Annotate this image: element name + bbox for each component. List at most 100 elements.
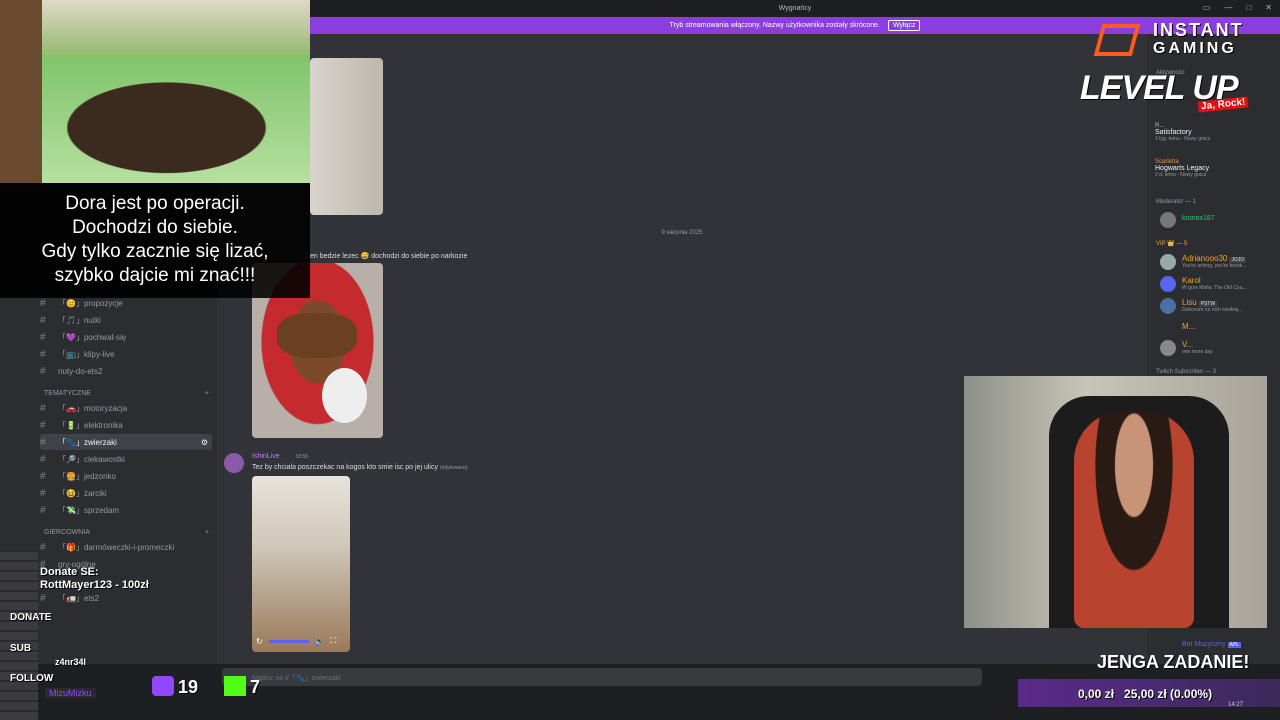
hash-icon: #	[40, 348, 46, 360]
member-name: Karol	[1182, 276, 1201, 285]
hash-icon: #	[40, 297, 46, 309]
avatar[interactable]	[1160, 212, 1176, 228]
maximize-icon[interactable]: □	[1246, 3, 1251, 12]
hash-icon: #	[40, 419, 46, 431]
dog-camera-feed	[0, 0, 310, 183]
disable-streamer-mode-button[interactable]: Wyłącz	[887, 20, 921, 31]
member-bot[interactable]: Bot Muzyczny APL	[1182, 641, 1280, 648]
inbox-icon[interactable]: ▭	[1203, 3, 1211, 12]
volume-icon[interactable]: 🔈	[315, 637, 325, 646]
date-separator: 9 sierpnia 2025	[661, 230, 703, 236]
category-tematyczne[interactable]: TEMATYCZNE +	[44, 390, 209, 397]
sub-name: z4nr34l	[55, 657, 87, 667]
add-channel-icon[interactable]: +	[205, 529, 209, 536]
channel-elektronika[interactable]: # 「🔋」elektronika	[40, 417, 212, 433]
hash-icon: #	[40, 453, 46, 465]
avatar[interactable]	[1160, 254, 1176, 270]
progress-bar[interactable]	[268, 639, 309, 643]
channel-label: 「🎵」nutki	[58, 315, 101, 325]
caption-overlay: Dora jest po operacji. Dochodzi do siebi…	[0, 183, 310, 298]
message-video[interactable]: ↻ 🔈 ⛶	[252, 476, 350, 652]
member-moderator[interactable]: kronox187	[1182, 215, 1280, 222]
channel-sprzedam[interactable]: # 「💸」sprzedam	[40, 502, 212, 518]
member-vip[interactable]: M...	[1182, 322, 1280, 331]
hash-icon: #	[40, 365, 46, 377]
channel-label: 「😆」żarciki	[58, 488, 107, 498]
follow-name: MizuMizku	[45, 688, 96, 698]
member-name: V...	[1182, 340, 1194, 349]
hash-icon: #	[40, 314, 46, 326]
channel-motoryzacja[interactable]: # 「🚗」motoryzacja	[40, 400, 212, 416]
activity-item[interactable]: Scarletta Hogwarts Legacy 2 d. temu · No…	[1155, 159, 1275, 178]
channel-label: 「🚛」ets2	[58, 593, 100, 603]
channel-ciekawostki[interactable]: # 「🔎」ciekawostki	[40, 451, 212, 467]
channel-nuty-do-ets2[interactable]: # nuty-do-ets2	[40, 363, 212, 379]
message-image-top[interactable]	[310, 58, 383, 215]
hash-icon: #	[40, 504, 46, 516]
caption-line: Dora jest po operacji.	[65, 193, 245, 214]
message-body: Tez by chciala poszczekac na kogos kto s…	[252, 464, 438, 471]
vip-header: VIP 👑 — 5	[1156, 241, 1188, 247]
caption-line: szybko dajcie mi znać!!!	[54, 265, 256, 286]
replay-icon[interactable]: ↻	[256, 637, 263, 646]
member-status: W grze Mafia: The Old Cou...	[1182, 285, 1247, 291]
channel-klipy-live[interactable]: # 「📺」klipy-live	[40, 346, 212, 362]
bot-tag: APL	[1227, 642, 1241, 648]
kick-icon	[224, 676, 246, 696]
hash-icon: #	[40, 592, 46, 604]
member-vip[interactable]: Adrianooo30 JOJO You're aching, you're b…	[1182, 254, 1277, 269]
instant-gaming-icon	[1093, 24, 1141, 56]
avatar[interactable]	[224, 453, 244, 473]
message-input[interactable]: Napisz na #「🐾」zwierzaki	[222, 668, 982, 686]
channel-label: 「💜」pochwal-się	[58, 332, 127, 342]
game-name: Satisfactory	[1155, 129, 1192, 136]
channel-darmoweczki[interactable]: # 「🎁」darmóweczki-i-promeczki	[40, 539, 212, 555]
channel-zarciki[interactable]: # 「😆」żarciki	[40, 485, 212, 501]
brand-bottom: GAMING	[1153, 40, 1237, 57]
channel-zwierzaki[interactable]: # 「🐾」zwierzaki ⚙	[40, 434, 212, 450]
discord-avatar-icon[interactable]	[1160, 276, 1176, 292]
channel-label: 「💸」sprzedam	[58, 505, 120, 515]
kick-viewer-count: 7	[250, 677, 261, 697]
activity-item[interactable]: R... Satisfactory 3 tyg. temu · Nowy gra…	[1155, 123, 1275, 142]
category-label: TEMATYCZNE	[44, 390, 91, 397]
member-vip[interactable]: Lisu PSTW Dokonam na nich wielkiej...	[1182, 298, 1277, 313]
instant-gaming-logo: INSTANT GAMING	[1093, 20, 1253, 60]
channel-jedzonko[interactable]: # 「🍔」jedzonko	[40, 468, 212, 484]
streamer-webcam	[964, 376, 1267, 628]
twitch-sub-header: Twitch Subscriber — 3	[1156, 369, 1217, 375]
avatar[interactable]	[1160, 340, 1176, 356]
dog-shape	[277, 313, 357, 358]
hash-icon: #	[40, 402, 46, 414]
member-name: Adrianooo30	[1182, 254, 1228, 263]
hash-icon: #	[40, 487, 46, 499]
add-channel-icon[interactable]: +	[205, 390, 209, 397]
level-up-logo: LEVEL UP Ja, Rock!	[1070, 65, 1270, 115]
close-icon[interactable]: ✕	[1265, 3, 1272, 12]
member-vip[interactable]: V... one more day	[1182, 340, 1277, 355]
channel-nutki[interactable]: # 「🎵」nutki	[40, 312, 212, 328]
channel-ets2[interactable]: # 「🚛」ets2	[40, 590, 212, 606]
minimize-icon[interactable]: —	[1224, 3, 1232, 12]
sub-label: SUB	[10, 643, 32, 654]
activity-sub: 3 tyg. temu · Nowy gracz	[1155, 136, 1211, 142]
fullscreen-icon[interactable]: ⛶	[331, 636, 337, 646]
message-time: 10:55	[295, 454, 309, 460]
donate-se-entry: RottMayer123 - 100zł	[40, 579, 149, 591]
donate-se-label: Donate SE:	[40, 566, 99, 578]
settings-gear-icon[interactable]: ⚙	[201, 438, 208, 447]
member-vip[interactable]: Karol W grze Mafia: The Old Cou...	[1182, 276, 1277, 291]
channel-pochwal-sie[interactable]: # 「💜」pochwal-się	[40, 329, 212, 345]
channel-label: 「😊」propozycje	[58, 298, 123, 308]
member-name: Lisu	[1182, 298, 1197, 307]
dog-shape	[40, 70, 270, 175]
moderator-header: Moderator — 1	[1156, 199, 1197, 205]
member-status: You're aching, you're break...	[1182, 263, 1247, 269]
message-author[interactable]: IshinLive	[252, 453, 280, 460]
category-giercownia[interactable]: GIERCOWNIA +	[44, 529, 209, 536]
streamer-mode-text: Tryb streamowania włączony. Nazwy użytko…	[669, 22, 880, 29]
pillow-shape	[322, 368, 367, 423]
person	[1074, 411, 1194, 628]
video-controls[interactable]: ↻ 🔈 ⛶	[256, 636, 346, 646]
avatar[interactable]	[1160, 298, 1176, 314]
